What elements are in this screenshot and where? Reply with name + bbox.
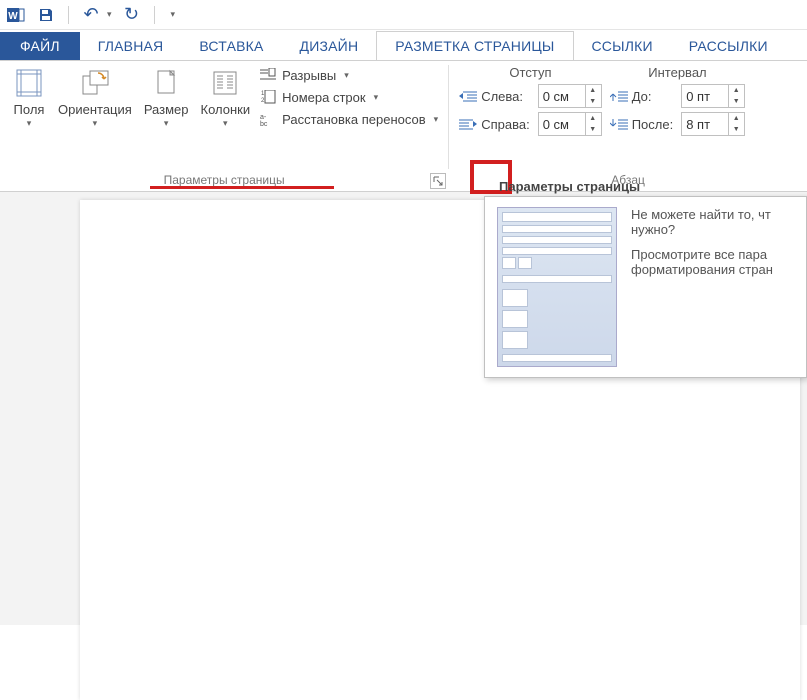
chevron-down-icon: ▾ [434,114,439,125]
indent-right-input[interactable]: ▲▼ [538,112,602,136]
spin-up-icon[interactable]: ▲ [729,113,743,124]
spacing-heading: Интервал [610,65,746,80]
hyphenation-icon: a-bc [260,111,276,127]
qat-customize-icon[interactable]: ▾ [171,9,176,20]
columns-button[interactable]: Колонки ▾ [195,65,257,129]
spacing-before-input[interactable]: ▲▼ [681,84,745,108]
tab-references[interactable]: ССЫЛКИ [574,32,671,60]
quick-access-toolbar: W ↶ ▾ ↻ ▾ [0,0,807,30]
tab-home[interactable]: ГЛАВНАЯ [80,32,182,60]
undo-icon[interactable]: ↶ [81,5,101,25]
ribbon: Поля ▾ Ориентация ▾ Размер ▾ Колонки ▾ [0,60,807,192]
tab-insert[interactable]: ВСТАВКА [181,32,281,60]
spin-up-icon[interactable]: ▲ [586,113,600,124]
spin-up-icon[interactable]: ▲ [586,85,600,96]
annotation-underline [150,186,334,189]
chevron-down-icon: ▾ [374,92,379,103]
tooltip-text: Не можете найти то, чтнужно? Просмотрите… [631,207,794,367]
spacing-after-input[interactable]: ▲▼ [681,112,745,136]
tab-design[interactable]: ДИЗАЙН [282,32,377,60]
svg-text:2: 2 [261,98,265,104]
line-numbers-icon: 12 [260,89,276,105]
spin-down-icon[interactable]: ▼ [586,96,600,107]
indent-left-icon [459,89,477,103]
tooltip-title: Параметры страницы [499,179,640,194]
indent-left-label: Слева: [459,89,530,104]
size-button[interactable]: Размер ▾ [138,65,195,129]
chevron-down-icon: ▾ [223,118,228,129]
line-numbers-label: Номера строк [282,90,365,105]
group-page-setup: Поля ▾ Ориентация ▾ Размер ▾ Колонки ▾ [0,61,448,191]
size-icon [150,67,182,99]
undo-dropdown-icon[interactable]: ▾ [107,9,112,20]
page-setup-tooltip: Параметры страницы Не можете найти то, ч… [484,196,807,378]
breaks-label: Разрывы [282,68,336,83]
ribbon-tabs: ФАЙЛ ГЛАВНАЯ ВСТАВКА ДИЗАЙН РАЗМЕТКА СТР… [0,30,807,60]
indent-heading: Отступ [459,65,602,80]
margins-icon [13,67,45,99]
margins-button[interactable]: Поля ▾ [6,65,52,129]
line-numbers-button[interactable]: 12 Номера строк ▾ [260,89,438,105]
indent-right-label: Справа: [459,117,530,132]
tooltip-thumbnail [497,207,617,367]
chevron-down-icon: ▾ [93,118,98,129]
spin-down-icon[interactable]: ▼ [729,124,743,135]
orientation-label: Ориентация [58,102,132,118]
size-label: Размер [144,102,189,118]
breaks-button[interactable]: Разрывы ▾ [260,67,438,83]
spacing-before-label: До: [610,89,674,104]
chevron-down-icon: ▾ [164,118,169,129]
orientation-icon [79,67,111,99]
save-icon[interactable] [36,5,56,25]
orientation-button[interactable]: Ориентация ▾ [52,65,138,129]
tab-page-layout[interactable]: РАЗМЕТКА СТРАНИЦЫ [376,31,573,61]
spin-down-icon[interactable]: ▼ [586,124,600,135]
word-app-icon: W [6,5,26,25]
spacing-after-icon [610,117,628,131]
tab-mailings[interactable]: РАССЫЛКИ [671,32,786,60]
spacing-after-label: После: [610,117,674,132]
tab-file[interactable]: ФАЙЛ [0,32,80,60]
svg-text:W: W [8,11,18,22]
spacing-before-icon [610,89,628,103]
separator [154,6,155,24]
columns-icon [209,67,241,99]
redo-icon[interactable]: ↻ [122,5,142,25]
columns-label: Колонки [201,102,251,118]
svg-text:1: 1 [261,91,265,97]
spin-up-icon[interactable]: ▲ [729,85,743,96]
indent-right-icon [459,117,477,131]
svg-text:bc: bc [260,121,268,126]
indent-left-input[interactable]: ▲▼ [538,84,602,108]
margins-label: Поля [14,102,45,118]
hyphenation-label: Расстановка переносов [282,112,426,127]
page-setup-launcher[interactable] [430,173,446,189]
svg-text:a-: a- [260,114,267,121]
separator [68,6,69,24]
breaks-icon [260,67,276,83]
spin-down-icon[interactable]: ▼ [729,96,743,107]
hyphenation-button[interactable]: a-bc Расстановка переносов ▾ [260,111,438,127]
chevron-down-icon: ▾ [27,118,32,129]
chevron-down-icon: ▾ [344,70,349,81]
